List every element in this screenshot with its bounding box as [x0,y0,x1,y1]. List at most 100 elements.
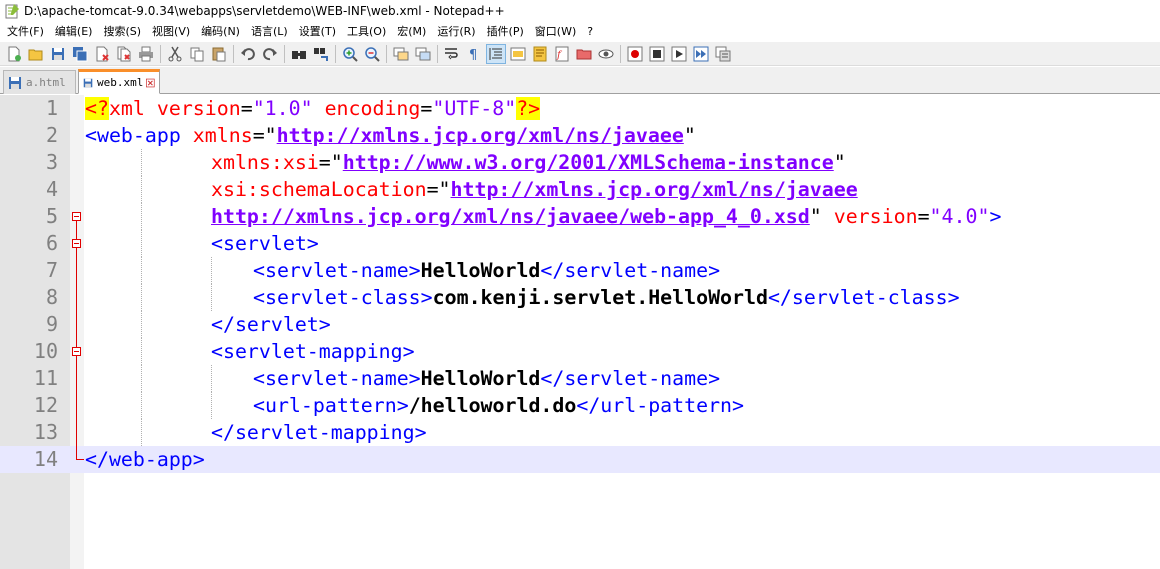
menu-macro[interactable]: 宏(M) [393,22,433,42]
toolbar: ¶ f [0,42,1160,66]
tag-open: <servlet-name> [253,367,421,390]
tag-close: </servlet-name> [540,259,721,282]
word-wrap-icon[interactable] [442,44,462,64]
toolbar-separator [620,44,621,63]
sync-vertical-icon[interactable] [391,44,411,64]
toolbar-separator [335,44,336,63]
attr-value: "UTF-8" [432,97,517,120]
tab-web-xml[interactable]: web.xml [78,69,160,94]
replace-icon[interactable] [311,44,331,64]
stop-macro-icon[interactable] [647,44,667,64]
tag-close: </servlet-name> [540,367,721,390]
code-line[interactable]: 1 <?xml version="1.0" encoding="UTF-8"?> [0,95,1160,122]
menu-window[interactable]: 窗口(W) [531,22,583,42]
show-all-chars-icon[interactable]: ¶ [464,44,484,64]
find-icon[interactable] [289,44,309,64]
equals: = [426,178,439,201]
tag-close: </servlet-mapping> [211,421,427,444]
code-line[interactable]: 6 <servlet> [0,230,1160,257]
zoom-in-icon[interactable] [340,44,360,64]
menu-encoding[interactable]: 编码(N) [197,22,247,42]
code-line[interactable]: 12 <url-pattern>/helloworld.do</url-patt… [0,392,1160,419]
element-text: HelloWorld [420,259,541,282]
menu-plugins[interactable]: 插件(P) [483,22,531,42]
new-file-icon[interactable] [4,44,24,64]
code-line[interactable]: 11 <servlet-name>HelloWorld</servlet-nam… [0,365,1160,392]
save-all-icon[interactable] [70,44,90,64]
quote: " [438,178,451,201]
play-macro-icon[interactable] [669,44,689,64]
equals: = [252,124,265,147]
code-line[interactable]: 3 xmlns:xsi="http://www.w3.org/2001/XMLS… [0,149,1160,176]
line-content: <servlet-name>HelloWorld</servlet-name> [253,257,720,284]
menu-help[interactable]: ? [583,22,600,42]
menu-tools[interactable]: 工具(O) [343,22,393,42]
tag-close-bracket: > [989,205,1002,228]
undo-icon[interactable] [238,44,258,64]
udl-icon[interactable] [508,44,528,64]
redo-icon[interactable] [260,44,280,64]
fold-toggle-web-app[interactable] [72,212,81,221]
menu-view[interactable]: 视图(V) [148,22,197,42]
attr-value: "1.0" [252,97,313,120]
folder-workspace-icon[interactable] [574,44,594,64]
sync-horizontal-icon[interactable] [413,44,433,64]
print-icon[interactable] [136,44,156,64]
tag-open: <servlet-name> [253,259,421,282]
run-macro-multiple-icon[interactable] [691,44,711,64]
code-line[interactable]: 13 </servlet-mapping> [0,419,1160,446]
code-line[interactable]: 10 <servlet-mapping> [0,338,1160,365]
toolbar-separator [386,44,387,63]
save-macro-icon[interactable] [713,44,733,64]
tab-a-html[interactable]: a.html [3,70,76,94]
close-icon[interactable] [92,44,112,64]
notepadpp-app-icon [5,4,19,19]
code-line[interactable]: 9 </servlet> [0,311,1160,338]
cut-icon[interactable] [165,44,185,64]
menu-settings[interactable]: 设置(T) [295,22,343,42]
function-list-icon[interactable]: f [552,44,572,64]
save-icon[interactable] [48,44,68,64]
code-line[interactable]: 2 <web-app xmlns="http://xmlns.jcp.org/x… [0,122,1160,149]
url-link[interactable]: http://xmlns.jcp.org/xml/ns/javaee [451,178,858,201]
url-link[interactable]: http://xmlns.jcp.org/xml/ns/javaee/web-a… [211,205,810,228]
line-number: 12 [33,393,58,417]
menu-search[interactable]: 搜索(S) [99,22,148,42]
fold-toggle-servlet[interactable] [72,239,81,248]
current-code-line[interactable]: 14 </web-app> [0,446,1160,473]
code-line[interactable]: 8 <servlet-class>com.kenji.servlet.Hello… [0,284,1160,311]
indent-guide-icon[interactable] [486,43,506,64]
doc-map-icon[interactable] [530,44,550,64]
indent-guide [141,176,142,203]
line-number: 8 [45,285,58,309]
close-tab-icon[interactable] [146,77,155,89]
menu-language[interactable]: 语言(L) [247,22,295,42]
url-link[interactable]: http://xmlns.jcp.org/xml/ns/javaee [277,124,684,147]
element-text: /helloworld.do [408,394,577,417]
toolbar-separator [284,44,285,63]
menu-edit[interactable]: 编辑(E) [51,22,100,42]
code-line[interactable]: 5 http://xmlns.jcp.org/xml/ns/javaee/web… [0,203,1160,230]
tag-open: <servlet-class> [253,286,433,309]
url-link[interactable]: http://www.w3.org/2001/XMLSchema-instanc… [343,151,834,174]
tag-open: <web-app [85,124,181,147]
line-number: 6 [45,231,58,255]
code-line[interactable]: 4 xsi:schemaLocation="http://xmlns.jcp.o… [0,176,1160,203]
line-content: xmlns:xsi="http://www.w3.org/2001/XMLSch… [211,149,846,176]
paste-icon[interactable] [209,44,229,64]
close-all-icon[interactable] [114,44,134,64]
copy-icon[interactable] [187,44,207,64]
menu-file[interactable]: 文件(F) [3,22,51,42]
zoom-out-icon[interactable] [362,44,382,64]
menu-run[interactable]: 运行(R) [433,22,482,42]
quote: " [330,151,343,174]
tag-close: </servlet-class> [767,286,960,309]
tag-open: <url-pattern> [253,394,409,417]
tag-close: </url-pattern> [576,394,744,417]
record-macro-icon[interactable] [625,44,645,64]
monitor-icon[interactable] [596,44,616,64]
code-line[interactable]: 7 <servlet-name>HelloWorld</servlet-name… [0,257,1160,284]
editor-area[interactable]: 1 <?xml version="1.0" encoding="UTF-8"?>… [0,95,1160,569]
open-file-icon[interactable] [26,44,46,64]
fold-toggle-servlet-mapping[interactable] [72,347,81,356]
